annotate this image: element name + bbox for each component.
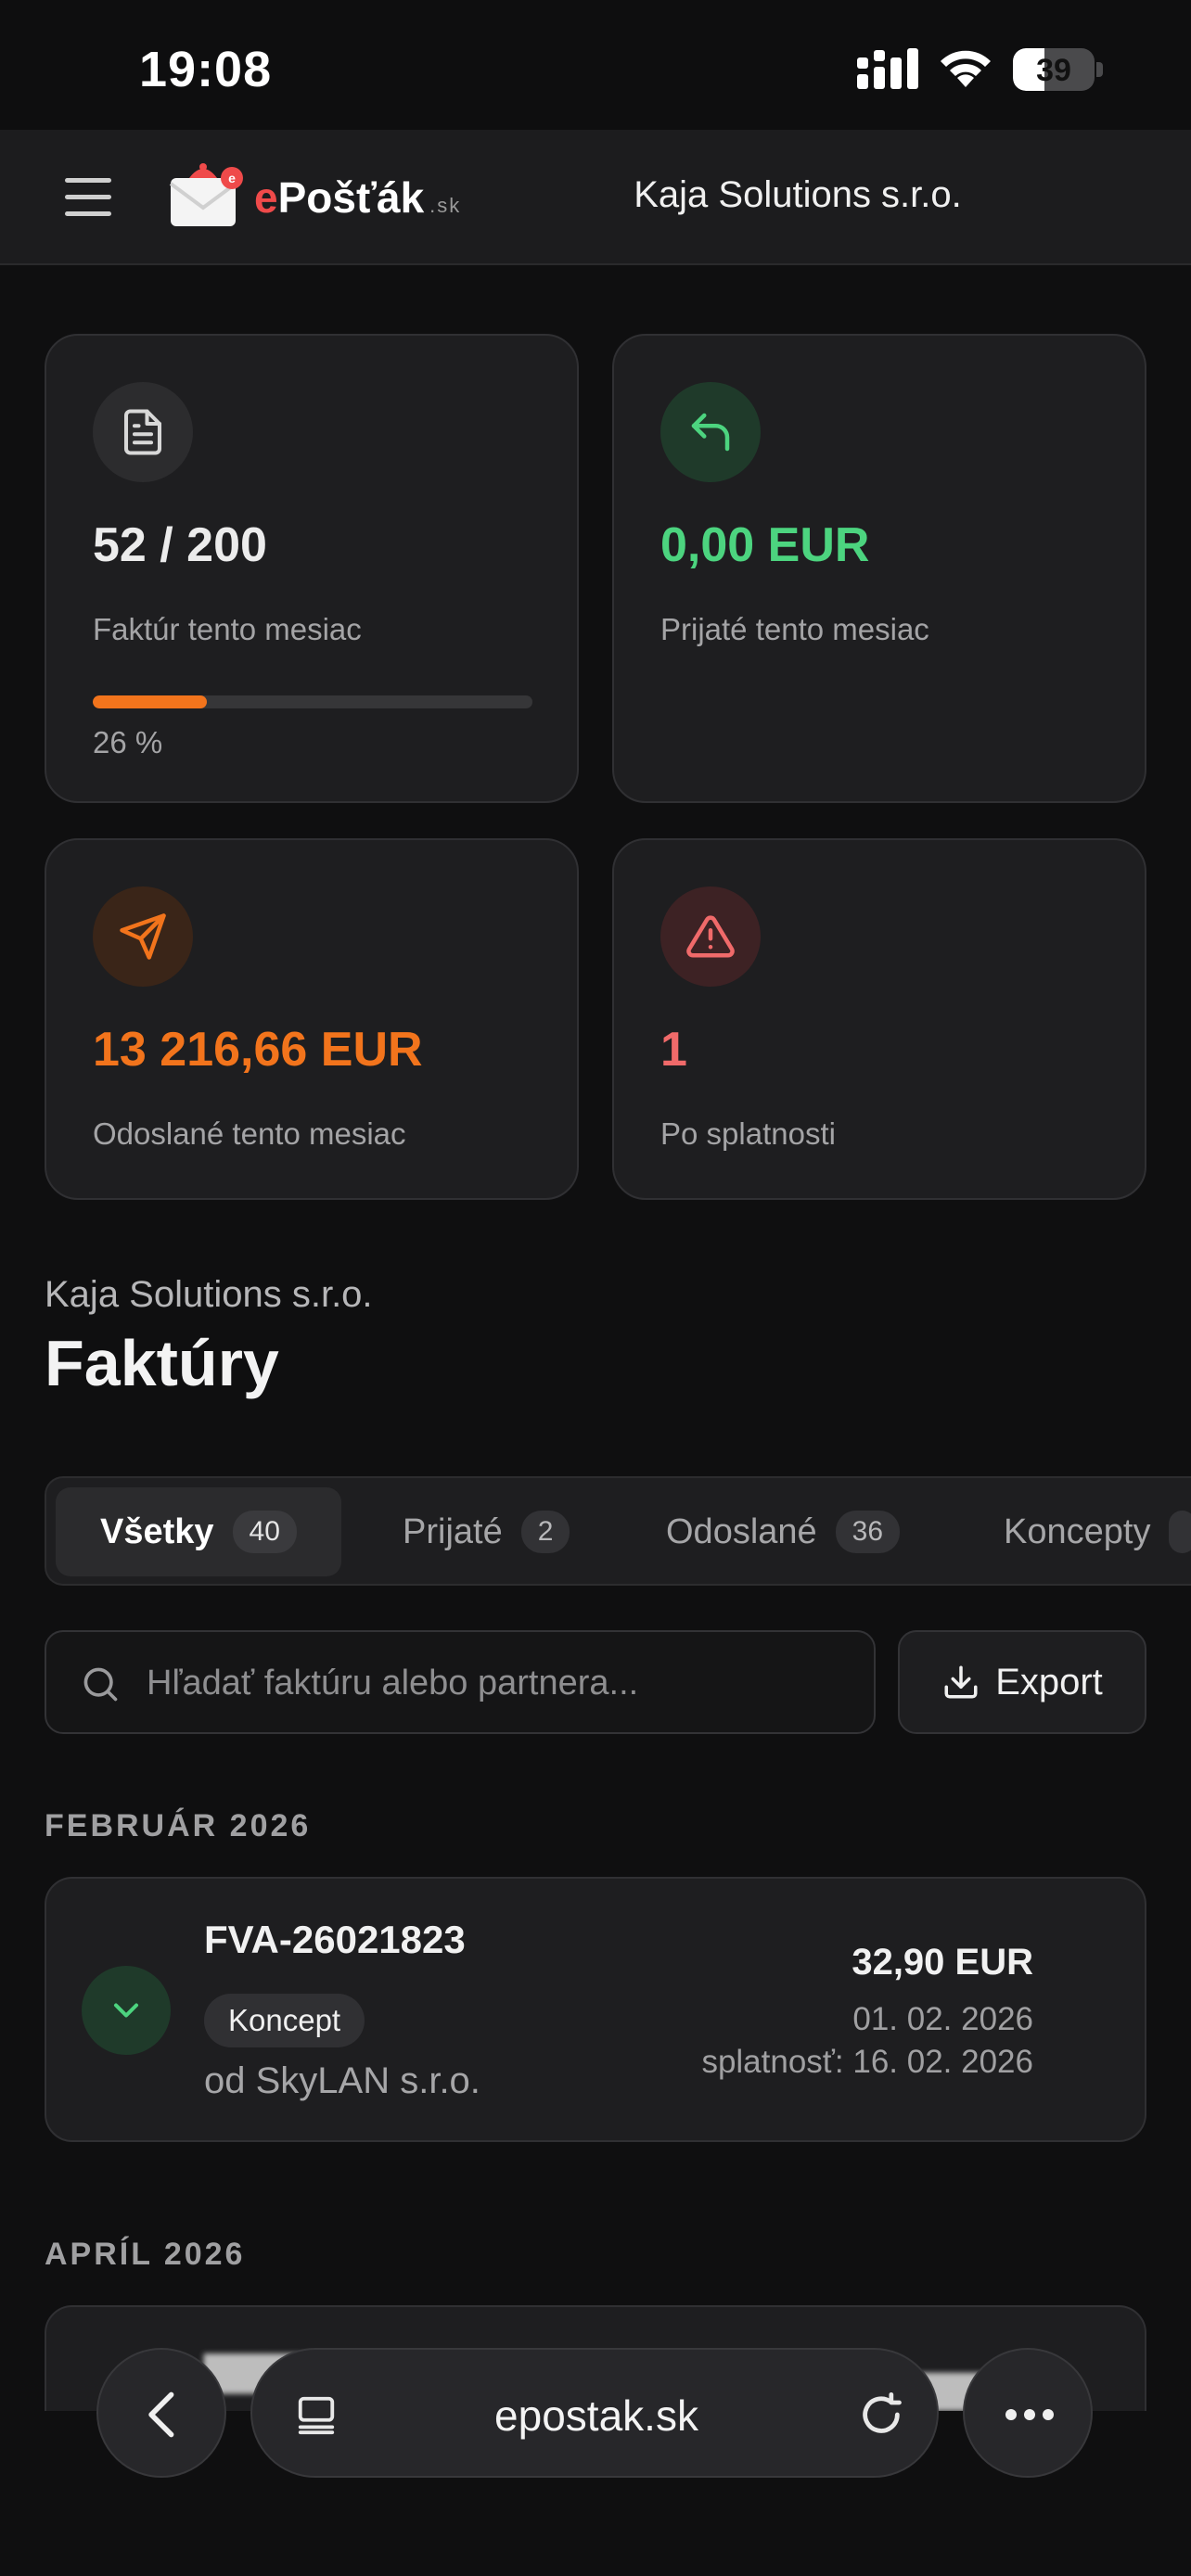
export-button[interactable]: Export (898, 1630, 1146, 1734)
paper-plane-icon (93, 886, 193, 987)
status-badge: Koncept (204, 1994, 365, 2047)
url-text[interactable]: epostak.sk (252, 2391, 941, 2441)
stat-card-received[interactable]: 0,00 EUR Prijaté tento mesiac (612, 334, 1146, 803)
invoice-row[interactable]: FVA-26021823 Koncept od SkyLAN s.r.o. 32… (45, 1877, 1146, 2142)
tab-count: 2 (520, 1511, 570, 1553)
envelope-logo-icon: e (169, 163, 243, 226)
document-icon (93, 382, 193, 482)
address-bar[interactable]: epostak.sk (250, 2348, 939, 2478)
tab-all[interactable]: Všetky 40 (56, 1487, 341, 1576)
stat-label: Faktúr tento mesiac (93, 612, 362, 646)
tab-label: Všetky (100, 1511, 214, 1551)
app-header: e ePošťák .sk Kaja Solutions s.r.o. (0, 130, 1191, 265)
status-time: 19:08 (139, 42, 273, 97)
page-title: Faktúry (45, 1327, 279, 1399)
search-icon (83, 1667, 118, 1702)
battery-indicator: 39 (1013, 48, 1104, 91)
invoice-quota-progress-bar (93, 695, 532, 708)
expand-toggle[interactable] (82, 1966, 171, 2055)
search-input[interactable] (147, 1651, 852, 1715)
stat-card-sent[interactable]: 13 216,66 EUR Odoslané tento mesiac (45, 838, 579, 1200)
cellular-signal-icon (857, 48, 918, 89)
tab-label: Prijaté (403, 1511, 503, 1551)
app-logo[interactable]: e ePošťák .sk (165, 158, 480, 241)
logo-text: ePošťák .sk (254, 173, 462, 222)
back-button[interactable] (96, 2348, 226, 2478)
chevron-left-icon (148, 2391, 174, 2438)
download-icon (944, 1665, 978, 1699)
reply-arrow-icon (660, 382, 761, 482)
menu-icon[interactable] (65, 176, 111, 219)
battery-percentage: 39 (1036, 53, 1071, 88)
stat-label: Odoslané tento mesiac (93, 1116, 406, 1151)
stat-card-invoices[interactable]: 52 / 200 Faktúr tento mesiac 26 % (45, 334, 579, 803)
stat-card-overdue[interactable]: 1 Po splatnosti (612, 838, 1146, 1200)
invoice-amount: 32,90 EUR (852, 1942, 1033, 1983)
tab-count: 36 (835, 1511, 901, 1553)
search-box (45, 1630, 876, 1734)
stat-value: 52 / 200 (93, 518, 267, 572)
chevron-down-icon (113, 2003, 139, 2018)
month-heading: FEBRUÁR 2026 (45, 1808, 312, 1843)
tab-label: Odoslané (666, 1511, 817, 1551)
reload-icon[interactable] (857, 2391, 905, 2439)
company-selector[interactable]: Kaja Solutions s.r.o. (575, 174, 1020, 216)
stat-value: 0,00 EUR (660, 518, 870, 572)
more-options-icon[interactable] (963, 2348, 1093, 2478)
invoice-number: FVA-26021823 (204, 1918, 466, 1961)
invoice-filter-tabs: Všetky 40 Prijaté 2 Odoslané 36 Koncepty (45, 1476, 1191, 1586)
progress-percentage: 26 % (93, 725, 163, 759)
tab-received[interactable]: Prijaté 2 (403, 1487, 570, 1576)
svg-text:e: e (228, 171, 236, 185)
tab-drafts[interactable]: Koncepty (1004, 1487, 1191, 1576)
warning-triangle-icon (660, 886, 761, 987)
wifi-icon (941, 50, 991, 87)
tab-label: Koncepty (1004, 1511, 1151, 1551)
section-company-name: Kaja Solutions s.r.o. (45, 1274, 373, 1315)
stat-label: Po splatnosti (660, 1116, 836, 1151)
invoice-partner: od SkyLAN s.r.o. (204, 2060, 480, 2101)
stat-value: 1 (660, 1023, 687, 1077)
stat-value: 13 216,66 EUR (93, 1023, 423, 1077)
status-bar: 19:08 39 (0, 0, 1191, 130)
export-label: Export (995, 1661, 1103, 1702)
invoice-date: 01. 02. 2026 (852, 2001, 1033, 2037)
invoice-due-date: splatnosť: 16. 02. 2026 (701, 2044, 1033, 2080)
stat-label: Prijaté tento mesiac (660, 612, 929, 646)
tab-count: 40 (232, 1511, 297, 1553)
tab-sent[interactable]: Odoslané 36 (666, 1487, 901, 1576)
month-heading: APRÍL 2026 (45, 2237, 246, 2272)
